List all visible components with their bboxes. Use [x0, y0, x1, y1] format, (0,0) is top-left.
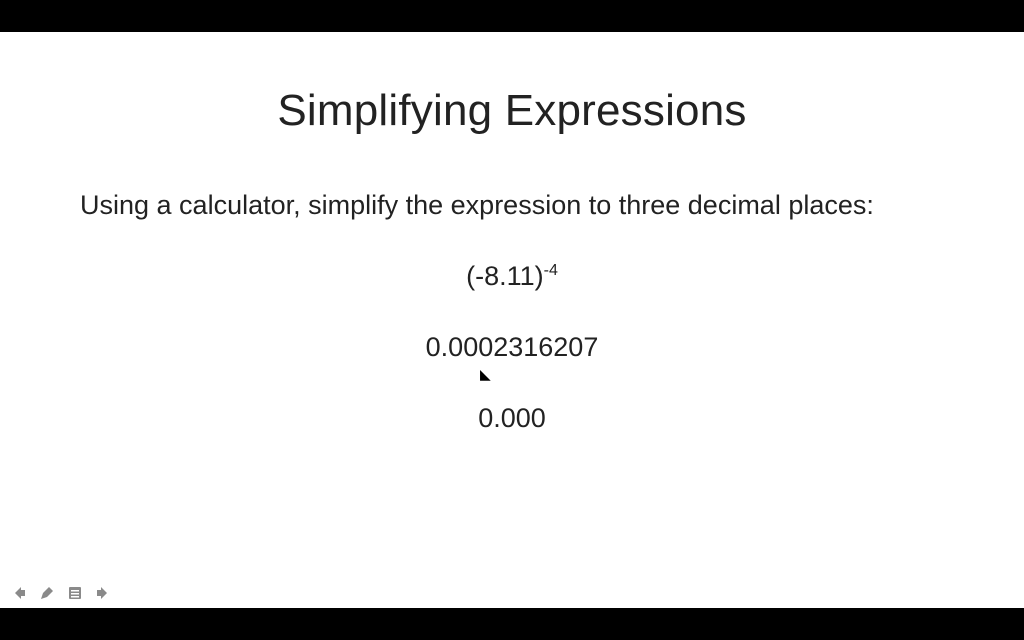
- slide-menu-button[interactable]: [66, 584, 84, 602]
- full-result: 0.0002316207: [40, 332, 984, 363]
- instruction-text: Using a calculator, simplify the express…: [80, 190, 984, 221]
- slide-title: Simplifying Expressions: [40, 86, 984, 136]
- pen-icon: [39, 585, 55, 601]
- arrow-right-icon: [95, 585, 111, 601]
- letterbox-top: [0, 0, 1024, 32]
- slide-content: Simplifying Expressions Using a calculat…: [0, 32, 1024, 608]
- menu-icon: [67, 585, 83, 601]
- next-slide-button[interactable]: [94, 584, 112, 602]
- previous-slide-button[interactable]: [10, 584, 28, 602]
- letterbox-bottom: [0, 608, 1024, 640]
- arrow-left-icon: [11, 585, 27, 601]
- rounded-result: 0.000: [40, 403, 984, 434]
- presentation-toolbar: [10, 584, 112, 602]
- expression: (-8.11)-4: [40, 261, 984, 292]
- pen-tool-button[interactable]: [38, 584, 56, 602]
- expression-exponent: -4: [544, 262, 558, 279]
- cursor-pointer-icon: ◣: [480, 366, 491, 383]
- expression-base: (-8.11): [466, 261, 544, 291]
- slide-area: Simplifying Expressions Using a calculat…: [0, 32, 1024, 608]
